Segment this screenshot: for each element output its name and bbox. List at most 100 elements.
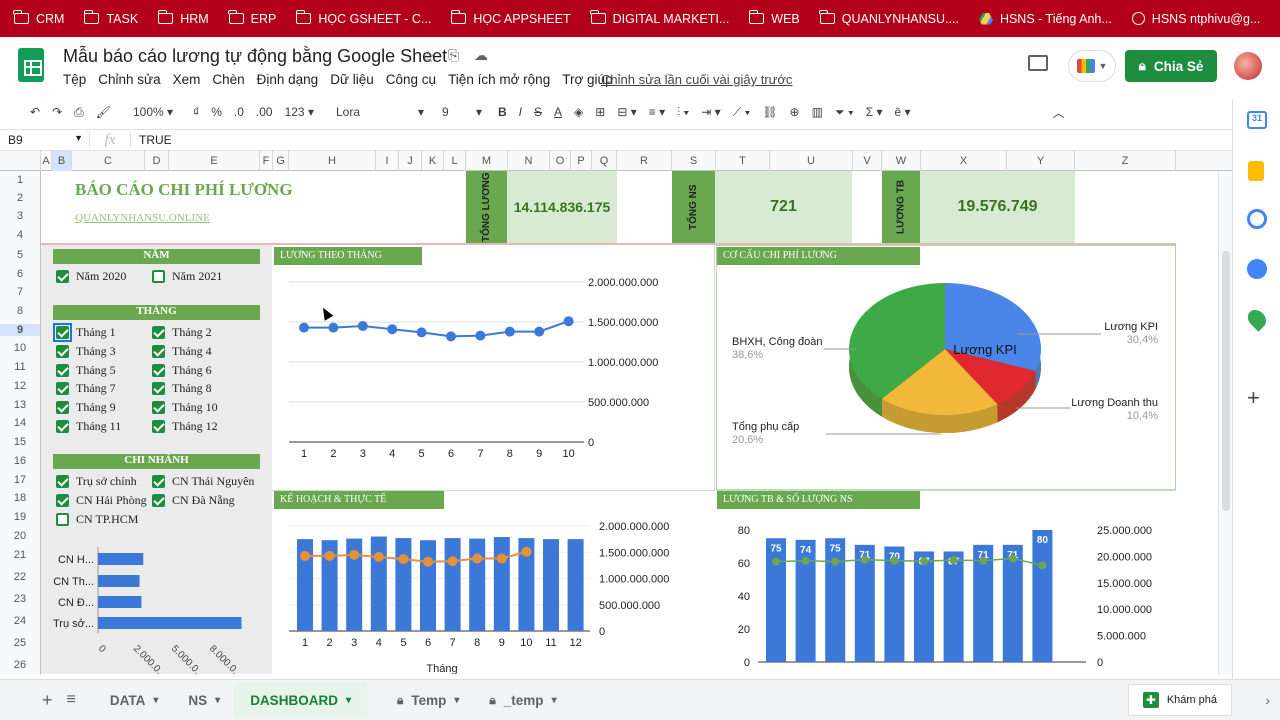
column-label[interactable]: F bbox=[260, 151, 273, 171]
bookmark-item[interactable]: HSNS - Tiếng Anh... bbox=[978, 12, 1112, 26]
font-select[interactable]: Lora ▾ bbox=[336, 105, 424, 119]
checkbox-checked-icon[interactable] bbox=[56, 382, 69, 396]
row-label[interactable]: 6 bbox=[0, 268, 40, 280]
filter-checkbox-item[interactable]: CN Hải Phòng bbox=[56, 492, 147, 508]
row-label[interactable]: 11 bbox=[0, 361, 40, 373]
checkbox-checked-icon[interactable] bbox=[56, 363, 69, 377]
undo-icon[interactable]: ↶ bbox=[30, 105, 40, 119]
checkbox-checked-icon[interactable] bbox=[152, 420, 165, 434]
salary-structure-pie-chart[interactable]: Lương KPILương KPI30,4%Lương Doanh thu10… bbox=[716, 266, 1176, 466]
report-site-link[interactable]: QUANLYNHANSU.ONLINE bbox=[75, 212, 210, 224]
row-label[interactable]: 25 bbox=[0, 637, 40, 649]
row-label[interactable]: 21 bbox=[0, 549, 40, 561]
column-label[interactable]: D bbox=[145, 151, 169, 171]
filter-checkbox-item[interactable]: Tháng 12 bbox=[152, 418, 218, 434]
cloud-status-icon[interactable]: ☁ bbox=[474, 47, 488, 64]
collapse-icon[interactable]: ︿ bbox=[1053, 104, 1065, 121]
percent-button[interactable]: % bbox=[211, 105, 222, 119]
bold-button[interactable]: B bbox=[498, 105, 507, 119]
meet-button[interactable]: ▼ bbox=[1068, 50, 1116, 82]
insert-comment-icon[interactable]: ⊕ bbox=[790, 105, 800, 119]
all-sheets-icon[interactable]: ≡ bbox=[67, 691, 76, 709]
checkbox-checked-icon[interactable] bbox=[56, 475, 69, 489]
checkbox-checked-icon[interactable] bbox=[152, 382, 165, 396]
filter-checkbox-item[interactable]: Năm 2020 bbox=[56, 268, 126, 284]
column-label[interactable]: G bbox=[273, 151, 289, 171]
row-label[interactable]: 1 bbox=[0, 174, 40, 186]
italic-button[interactable]: I bbox=[519, 105, 522, 119]
paint-format-icon[interactable]: 🖌︎ bbox=[96, 105, 111, 119]
bookmark-item[interactable]: TASK bbox=[83, 10, 138, 26]
row-label[interactable]: 19 bbox=[0, 511, 40, 523]
zoom-select[interactable]: 100% ▾ bbox=[133, 105, 173, 119]
filter-checkbox-item[interactable]: Trụ sở chính bbox=[56, 473, 137, 489]
bookmark-item[interactable]: HSNS ntphivu@g... bbox=[1131, 12, 1260, 26]
filter-checkbox-item[interactable]: Tháng 5 bbox=[56, 362, 116, 378]
row-label[interactable]: 26 bbox=[0, 659, 40, 671]
document-title[interactable]: Mẫu báo cáo lương tự động bằng Google Sh… bbox=[63, 46, 447, 67]
column-label[interactable]: R bbox=[617, 151, 672, 171]
bookmark-item[interactable]: QUANLYNHANSU.... bbox=[819, 10, 959, 26]
sheets-logo-icon[interactable] bbox=[18, 48, 44, 82]
filter-checkbox-item[interactable]: Tháng 6 bbox=[152, 362, 212, 378]
checkbox-checked-icon[interactable] bbox=[56, 270, 69, 284]
checkbox-checked-icon[interactable] bbox=[152, 326, 165, 340]
last-edit-link[interactable]: Chỉnh sửa lần cuối vài giây trước bbox=[601, 72, 792, 87]
column-label[interactable]: V bbox=[853, 151, 882, 171]
filter-checkbox-item[interactable]: Tháng 7 bbox=[56, 380, 116, 396]
text-color-button[interactable]: A bbox=[554, 105, 562, 119]
valign-icon[interactable]: ⫶ ▾ bbox=[677, 105, 689, 120]
align-icon[interactable]: ≡ ▾ bbox=[649, 105, 665, 119]
column-label[interactable]: Z bbox=[1075, 151, 1176, 171]
functions-icon[interactable]: Σ ▾ bbox=[866, 105, 883, 119]
sheet-tab[interactable]: 🔒︎ _temp ▾ bbox=[489, 693, 556, 708]
move-folder-icon[interactable]: ⎘ bbox=[448, 47, 459, 64]
filter-checkbox-item[interactable]: Tháng 9 bbox=[56, 399, 116, 415]
column-label[interactable]: J bbox=[399, 151, 422, 171]
row-label[interactable]: 4 bbox=[0, 229, 40, 241]
sheet-tab[interactable]: DASHBOARD ▾ bbox=[234, 682, 367, 718]
filter-checkbox-item[interactable]: Tháng 2 bbox=[152, 324, 212, 340]
checkbox-checked-icon[interactable] bbox=[152, 344, 165, 358]
add-addon-icon[interactable]: + bbox=[1247, 385, 1260, 411]
input-tools-icon[interactable]: ȇ ▾ bbox=[895, 105, 911, 119]
column-label[interactable]: C bbox=[72, 151, 145, 171]
bookmark-item[interactable]: CRM bbox=[13, 10, 64, 26]
menu-item[interactable]: Dữ liệu bbox=[330, 72, 374, 87]
bookmark-item[interactable]: ERP bbox=[228, 10, 276, 26]
sheet-tab[interactable]: DATA ▾ bbox=[110, 693, 159, 708]
row-label[interactable]: 17 bbox=[0, 474, 40, 486]
row-label[interactable]: 13 bbox=[0, 399, 40, 411]
column-label[interactable]: O bbox=[550, 151, 571, 171]
menu-item[interactable]: Xem bbox=[173, 72, 201, 87]
column-label[interactable]: I bbox=[376, 151, 399, 171]
column-label[interactable]: A bbox=[41, 151, 52, 171]
checkbox-unchecked-icon[interactable] bbox=[152, 270, 165, 284]
column-label[interactable]: U bbox=[770, 151, 853, 171]
checkbox-checked-icon[interactable] bbox=[152, 494, 165, 508]
row-label[interactable]: 5 bbox=[0, 249, 40, 261]
checkbox-checked-icon[interactable] bbox=[56, 344, 69, 358]
column-label[interactable]: N bbox=[508, 151, 550, 171]
menu-item[interactable]: Tiện ích mở rộng bbox=[448, 72, 550, 87]
bookmark-item[interactable]: HỌC APPSHEET bbox=[450, 10, 571, 26]
plan-actual-chart[interactable]: 2.000.000.000 1.500.000.000 1.000.000.000 5… bbox=[272, 510, 715, 674]
column-label[interactable]: W bbox=[882, 151, 921, 171]
sheet-tab[interactable]: NS ▾ bbox=[188, 693, 220, 708]
filter-checkbox-item[interactable]: Tháng 4 bbox=[152, 343, 212, 359]
currency-button[interactable]: ₫ bbox=[193, 105, 199, 119]
row-label[interactable]: 14 bbox=[0, 417, 40, 429]
fill-color-icon[interactable]: ◈ bbox=[574, 105, 583, 119]
checkbox-checked-icon[interactable] bbox=[56, 420, 69, 434]
filter-checkbox-item[interactable]: Tháng 3 bbox=[56, 343, 116, 359]
strikethrough-button[interactable]: S bbox=[534, 105, 542, 119]
column-label[interactable]: Q bbox=[592, 151, 617, 171]
column-label[interactable]: X bbox=[921, 151, 1007, 171]
menu-item[interactable]: Chèn bbox=[212, 72, 244, 87]
row-label[interactable]: 23 bbox=[0, 593, 40, 605]
contacts-icon[interactable] bbox=[1247, 259, 1267, 279]
font-size-select[interactable]: 9 ▾ bbox=[442, 105, 482, 119]
menu-item[interactable]: Định dạng bbox=[257, 72, 319, 87]
row-label[interactable]: 12 bbox=[0, 380, 40, 392]
row-label[interactable]: 24 bbox=[0, 615, 40, 627]
